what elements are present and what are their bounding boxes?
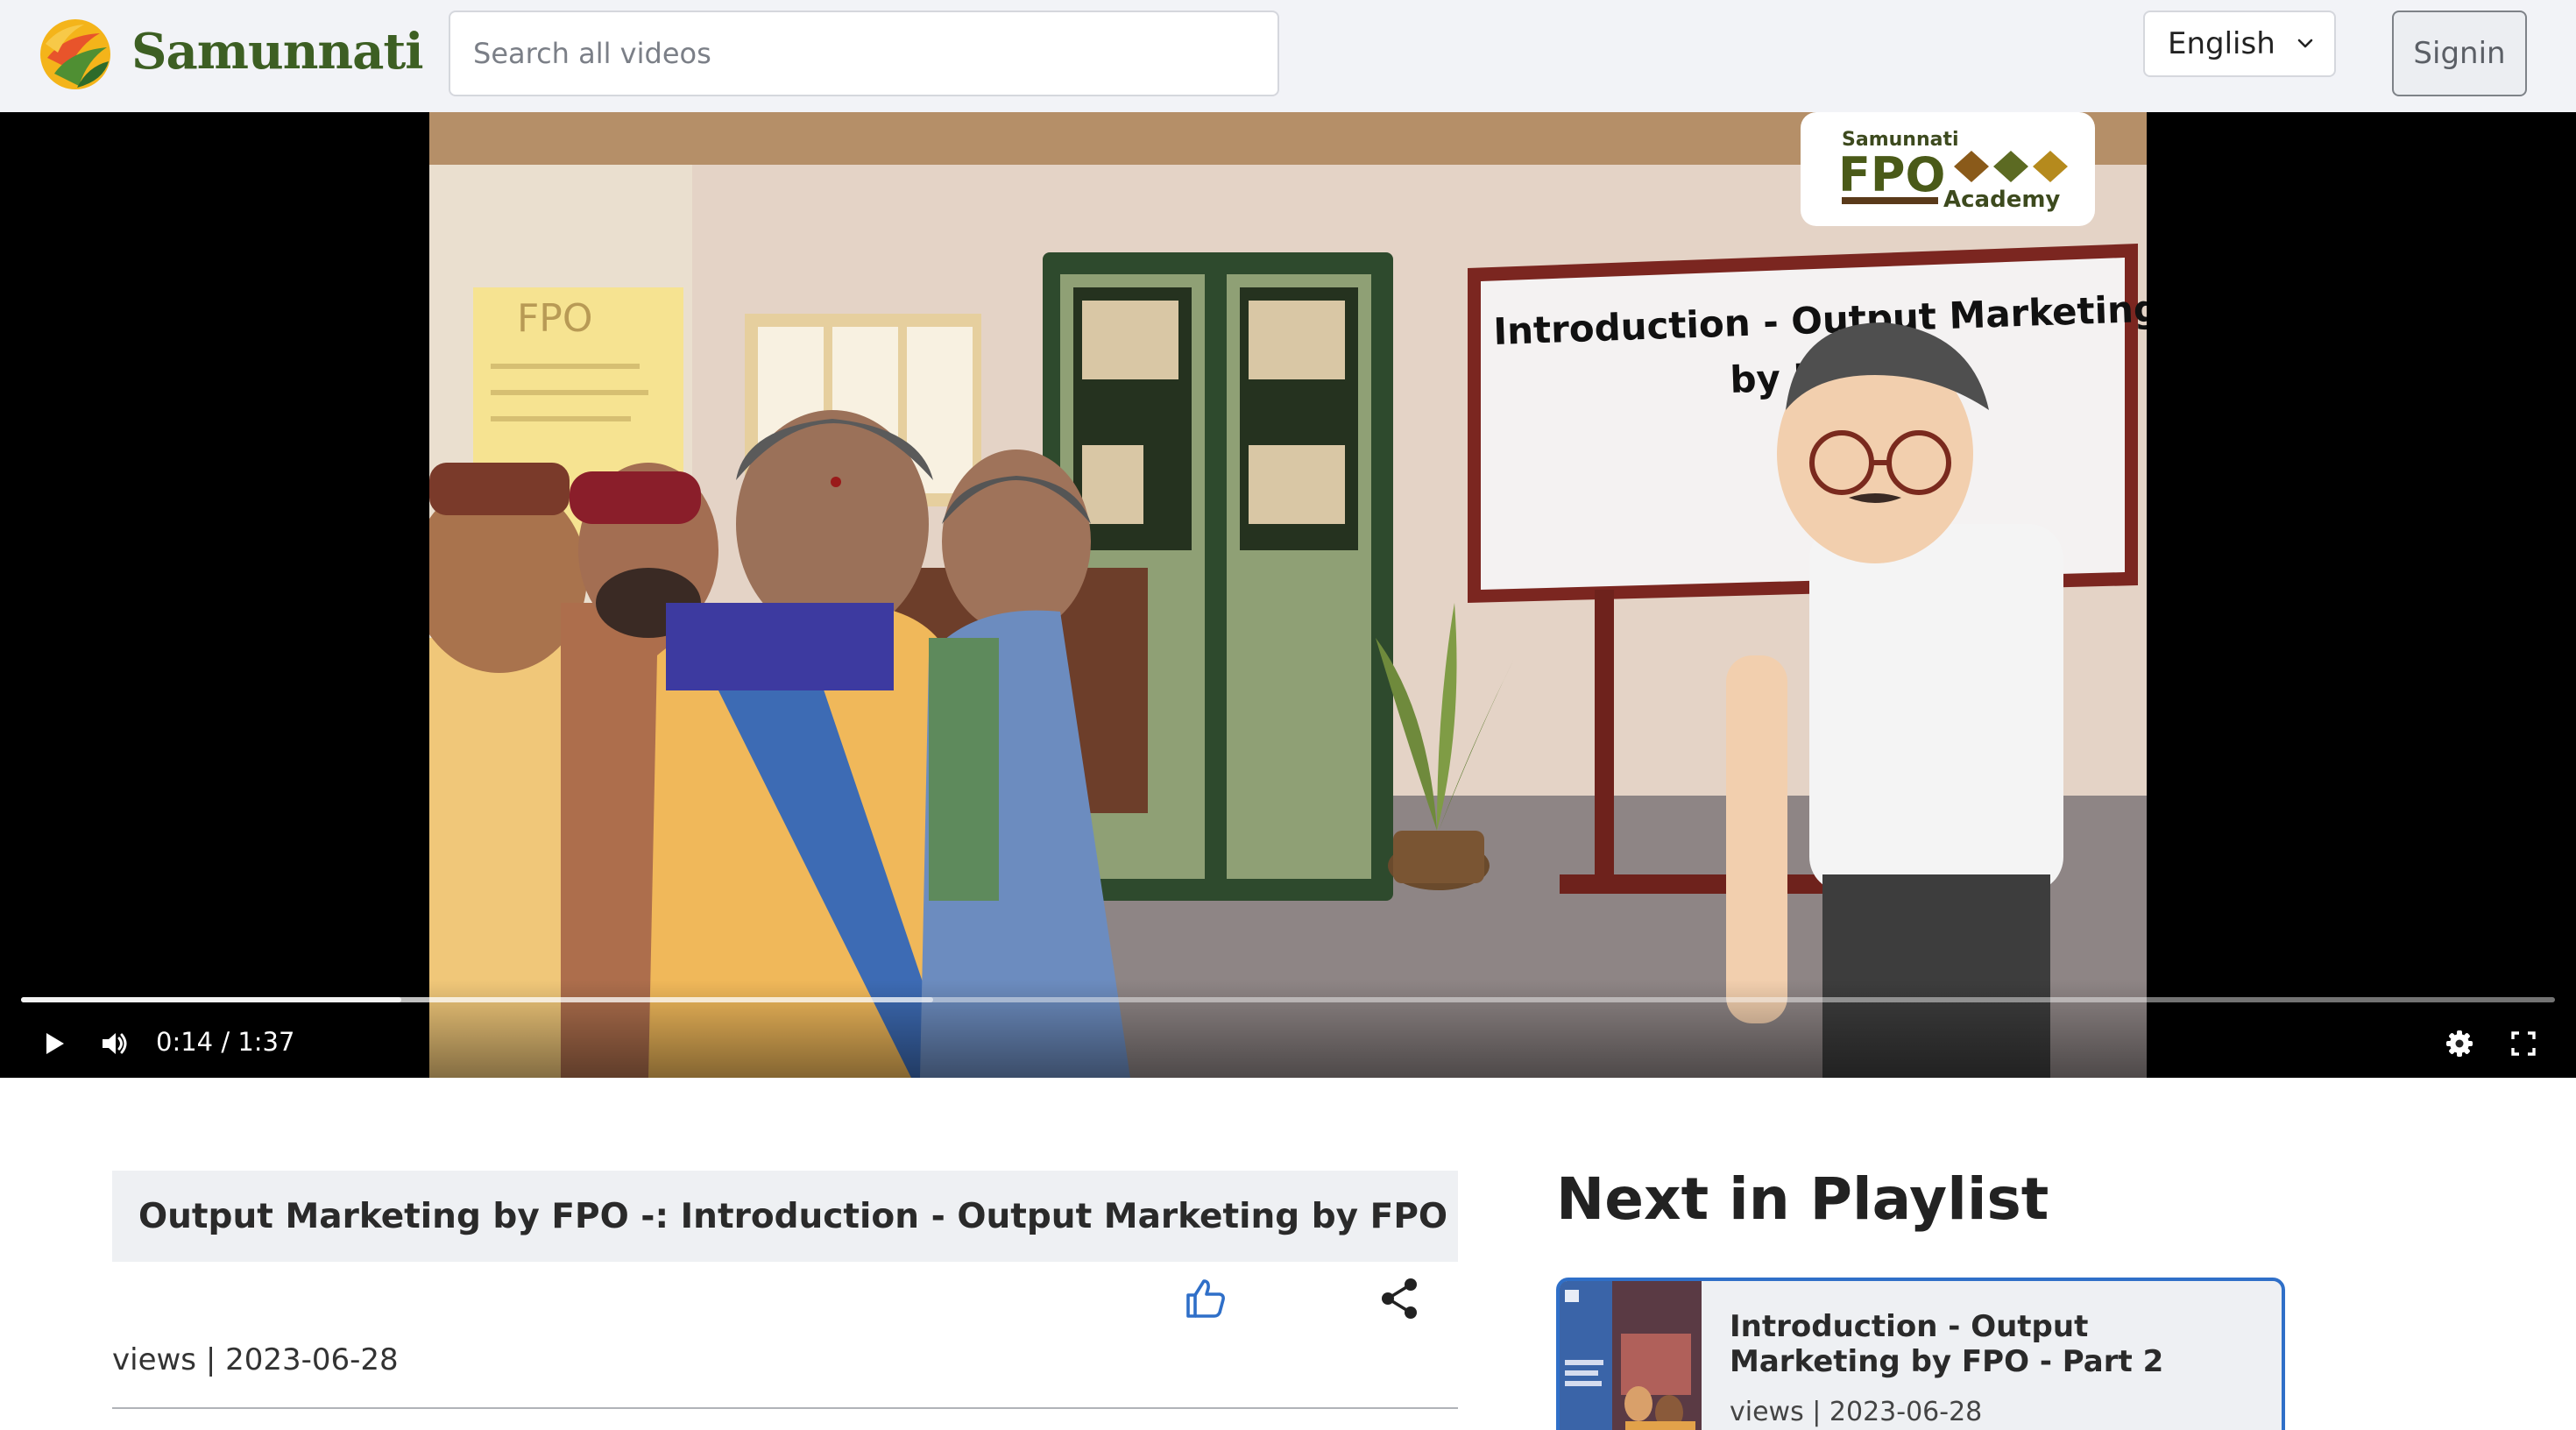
gear-icon [2446, 1030, 2473, 1057]
fullscreen-button[interactable] [2500, 1020, 2547, 1067]
search-input[interactable] [449, 11, 1279, 96]
playlist-thumbnail[interactable] [1560, 1281, 1702, 1430]
volume-icon [103, 1033, 127, 1054]
controls-gradient [0, 980, 2576, 1078]
play-button[interactable] [30, 1020, 77, 1067]
share-icon[interactable] [1377, 1276, 1423, 1321]
signin-button[interactable]: Signin [2392, 11, 2527, 96]
language-select[interactable]: English [2143, 11, 2336, 77]
chevron-down-icon [2297, 39, 2313, 48]
playlist-item[interactable]: Introduction - Output Marketing by FPO -… [1556, 1278, 2285, 1430]
video-frame: FPO Introduction - Output Marketing by F… [429, 112, 2147, 1078]
thumbs-up-icon[interactable] [1183, 1276, 1228, 1321]
divider [112, 1407, 1458, 1409]
language-value: English [2168, 26, 2275, 61]
video-title: Output Marketing by FPO - : Introduction… [112, 1171, 1458, 1262]
playlist-heading: Next in Playlist [1556, 1165, 2049, 1233]
video-title-part1: Output Marketing by FPO - [138, 1196, 655, 1236]
progress-bar[interactable] [21, 997, 2555, 1002]
video-meta: views | 2023-06-28 [112, 1342, 399, 1377]
samunnati-logo-icon[interactable] [39, 18, 112, 91]
site-header: Samunnati English Signin [0, 0, 2576, 112]
brand-name[interactable]: Samunnati [131, 23, 424, 81]
settings-button[interactable] [2436, 1020, 2483, 1067]
video-title-part2: : Introduction - Output Marketing by FPO… [655, 1196, 1459, 1236]
volume-button[interactable] [91, 1020, 138, 1067]
playlist-item-title: Introduction - Output Marketing by FPO -… [1730, 1309, 2164, 1379]
academy-brand-sub: Academy [1943, 187, 2060, 213]
progress-played [21, 997, 401, 1002]
video-player[interactable]: FPO Introduction - Output Marketing by F… [0, 112, 2576, 1078]
playlist-item-meta: views | 2023-06-28 [1730, 1397, 1983, 1427]
fullscreen-icon [2511, 1031, 2536, 1056]
academy-brand-big: FPO [1838, 147, 1945, 202]
time-display: 0:14 / 1:37 [156, 1027, 295, 1057]
play-icon [46, 1033, 64, 1054]
poster-text: FPO [517, 296, 592, 341]
